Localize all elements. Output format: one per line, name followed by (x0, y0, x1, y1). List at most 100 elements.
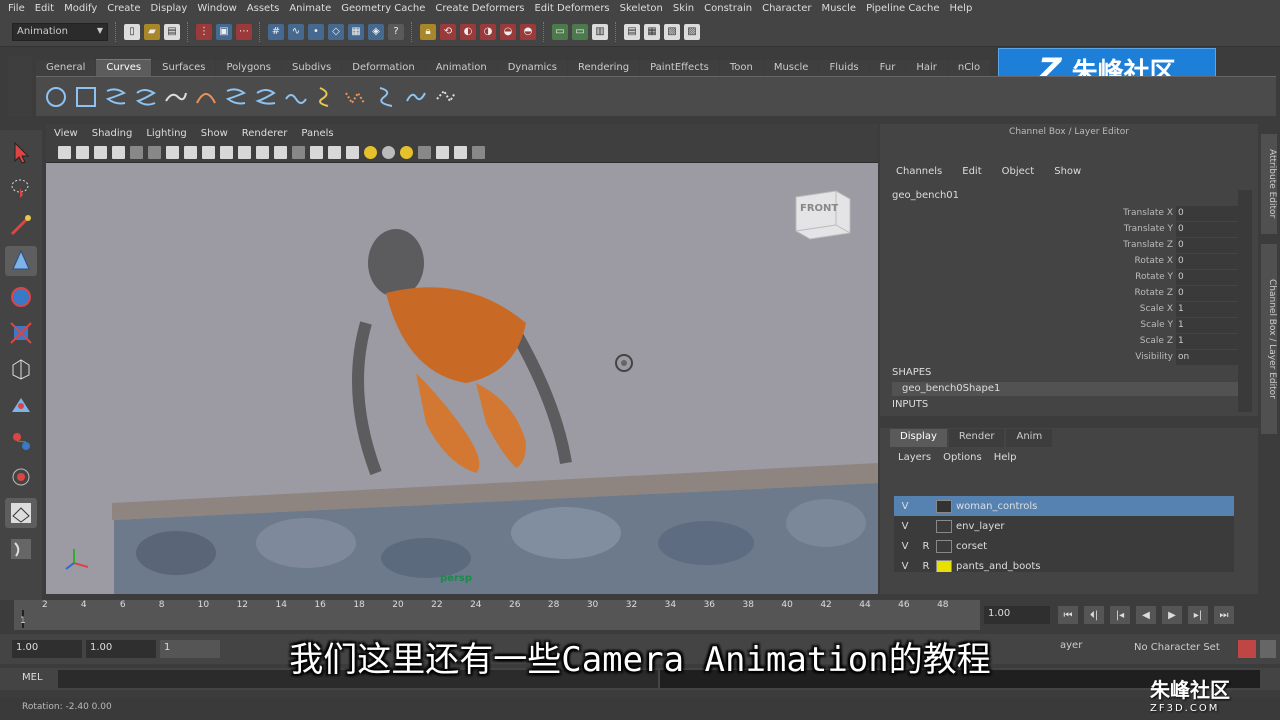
layout-single-pane[interactable] (5, 498, 37, 528)
xray-icon[interactable] (436, 146, 449, 159)
channel-value[interactable]: 0 (1176, 285, 1238, 301)
shelf-tab-deformation[interactable]: Deformation (342, 60, 425, 76)
layer-menu-help[interactable]: Help (994, 452, 1029, 463)
layer-tab-anim[interactable]: Anim (1006, 429, 1053, 447)
channel-box-toggle-icon[interactable]: ▧ (664, 23, 680, 40)
make-live-icon[interactable]: ◈ (368, 23, 384, 40)
channel-row-rotate-z[interactable]: Rotate Z0 (892, 285, 1238, 301)
layer-name[interactable]: woman_controls (956, 501, 1037, 512)
lock-icon[interactable]: 🔒︎ (420, 23, 436, 40)
layer-name[interactable]: env_layer (956, 521, 1005, 532)
menu-edit[interactable]: Edit (33, 3, 62, 14)
layer-row[interactable]: Venv_layer (894, 516, 1234, 536)
menu-set-dropdown[interactable]: Animation ▼ (12, 22, 108, 41)
isolate-select-icon[interactable] (418, 146, 431, 159)
layer-row[interactable]: Vwoman_controls (894, 496, 1234, 516)
reverse-curve-icon[interactable] (374, 85, 398, 109)
arc-tool-icon[interactable] (194, 85, 218, 109)
shelf-tab-dynamics[interactable]: Dynamics (497, 60, 568, 76)
step-forward-key-icon[interactable]: ▸| (1188, 606, 1208, 624)
shelf-tab-surfaces[interactable]: Surfaces (152, 60, 216, 76)
layout-outliner-pane[interactable] (5, 534, 37, 564)
outliner-toggle-icon[interactable]: ▨ (684, 23, 700, 40)
new-scene-icon[interactable]: ▯ (124, 23, 140, 40)
scale-tool[interactable] (5, 318, 37, 348)
viewport-menu-shading[interactable]: Shading (92, 128, 147, 139)
open-scene-icon[interactable]: ▰ (144, 23, 160, 40)
viewport-menu-show[interactable]: Show (201, 128, 242, 139)
channel-value[interactable]: 1 (1176, 317, 1238, 333)
menu-edit-deformers[interactable]: Edit Deformers (532, 3, 617, 14)
snap-grid-icon[interactable]: # (268, 23, 284, 40)
textured-icon[interactable] (346, 146, 359, 159)
select-object-icon[interactable]: ▣ (216, 23, 232, 40)
tool-settings-toggle-icon[interactable]: ▦ (644, 23, 660, 40)
channel-menu-show[interactable]: Show (1050, 166, 1097, 182)
nurbs-circle-icon[interactable] (44, 85, 68, 109)
save-scene-icon[interactable]: ▤ (164, 23, 180, 40)
render-frame-icon[interactable]: ◐ (460, 23, 476, 40)
channel-row-translate-z[interactable]: Translate Z0 (892, 237, 1238, 253)
safe-action-icon[interactable] (256, 146, 269, 159)
shelf-tab-polygons[interactable]: Polygons (216, 60, 281, 76)
menu-create-deformers[interactable]: Create Deformers (433, 3, 532, 14)
offset-curve-icon[interactable] (344, 85, 368, 109)
use-lights-icon[interactable] (364, 146, 377, 159)
menu-modify[interactable]: Modify (62, 3, 105, 14)
wireframe-on-shaded-icon[interactable] (328, 146, 341, 159)
layer-menu-options[interactable]: Options (943, 452, 994, 463)
menu-create[interactable]: Create (105, 3, 148, 14)
ipr-render-icon[interactable]: ◑ (480, 23, 496, 40)
layer-color-swatch[interactable] (936, 499, 952, 513)
menu-window[interactable]: Window (195, 3, 244, 14)
nurbs-square-icon[interactable] (74, 85, 98, 109)
screen-space-ao-icon[interactable] (400, 146, 413, 159)
safe-title-icon[interactable] (274, 146, 287, 159)
channel-row-scale-y[interactable]: Scale Y1 (892, 317, 1238, 333)
menu-help[interactable]: Help (948, 3, 981, 14)
extend-curve-icon[interactable] (314, 85, 338, 109)
layout-icon[interactable]: ▥ (592, 23, 608, 40)
shelf-tab-painteffects[interactable]: PaintEffects (640, 60, 719, 76)
menu-display[interactable]: Display (148, 3, 195, 14)
channel-row-rotate-y[interactable]: Rotate Y0 (892, 269, 1238, 285)
go-to-end-icon[interactable]: ⏭ (1214, 606, 1234, 624)
select-tool[interactable] (5, 138, 37, 168)
start-time-field[interactable]: 1.00 (12, 640, 82, 658)
viewcube[interactable]: FRONT (792, 185, 854, 240)
layer-tab-display[interactable]: Display (890, 429, 947, 447)
render-settings-icon[interactable]: ◒ (500, 23, 516, 40)
snap-point-icon[interactable]: • (308, 23, 324, 40)
time-slider[interactable]: 1 2 4 6 8 10 12 14 16 18 20 22 24 26 28 30 32 34 36 38 40 42… (14, 600, 980, 630)
layer-visibility-toggle[interactable]: V (894, 501, 916, 512)
viewport-menu-lighting[interactable]: Lighting (146, 128, 200, 139)
menu-pipeline-cache[interactable]: Pipeline Cache (864, 3, 947, 14)
ep-curve-icon[interactable] (134, 85, 158, 109)
menu-animate[interactable]: Animate (287, 3, 339, 14)
layer-visibility-toggle[interactable]: V (894, 521, 916, 532)
channel-value[interactable]: 0 (1176, 269, 1238, 285)
select-camera-icon[interactable] (58, 146, 71, 159)
layer-reference-toggle[interactable]: R (916, 561, 936, 572)
layer-reference-toggle[interactable]: R (916, 541, 936, 552)
channel-menu-channels[interactable]: Channels (892, 166, 958, 182)
perspective-viewport[interactable] (46, 163, 878, 594)
shelf-tab-fur[interactable]: Fur (869, 60, 906, 76)
layer-color-swatch[interactable] (936, 559, 952, 572)
grid-toggle-icon[interactable] (166, 146, 179, 159)
camera-attributes-icon[interactable] (76, 146, 89, 159)
layer-color-swatch[interactable] (936, 519, 952, 533)
wireframe-icon[interactable] (292, 146, 305, 159)
channel-box-scrollbar[interactable] (1238, 190, 1252, 412)
shelf-menu-handle[interactable] (8, 56, 32, 116)
lasso-tool[interactable] (5, 174, 37, 204)
shelf-tab-nclo[interactable]: nClo (947, 60, 991, 76)
xray-joints-icon[interactable] (454, 146, 467, 159)
menu-geometry-cache[interactable]: Geometry Cache (339, 3, 433, 14)
detach-curves-icon[interactable] (254, 85, 278, 109)
layer-color-swatch[interactable] (936, 539, 952, 553)
smooth-shade-icon[interactable] (310, 146, 323, 159)
viewport-menu-panels[interactable]: Panels (301, 128, 347, 139)
layer-visibility-toggle[interactable]: V (894, 561, 916, 572)
film-gate-icon[interactable] (184, 146, 197, 159)
